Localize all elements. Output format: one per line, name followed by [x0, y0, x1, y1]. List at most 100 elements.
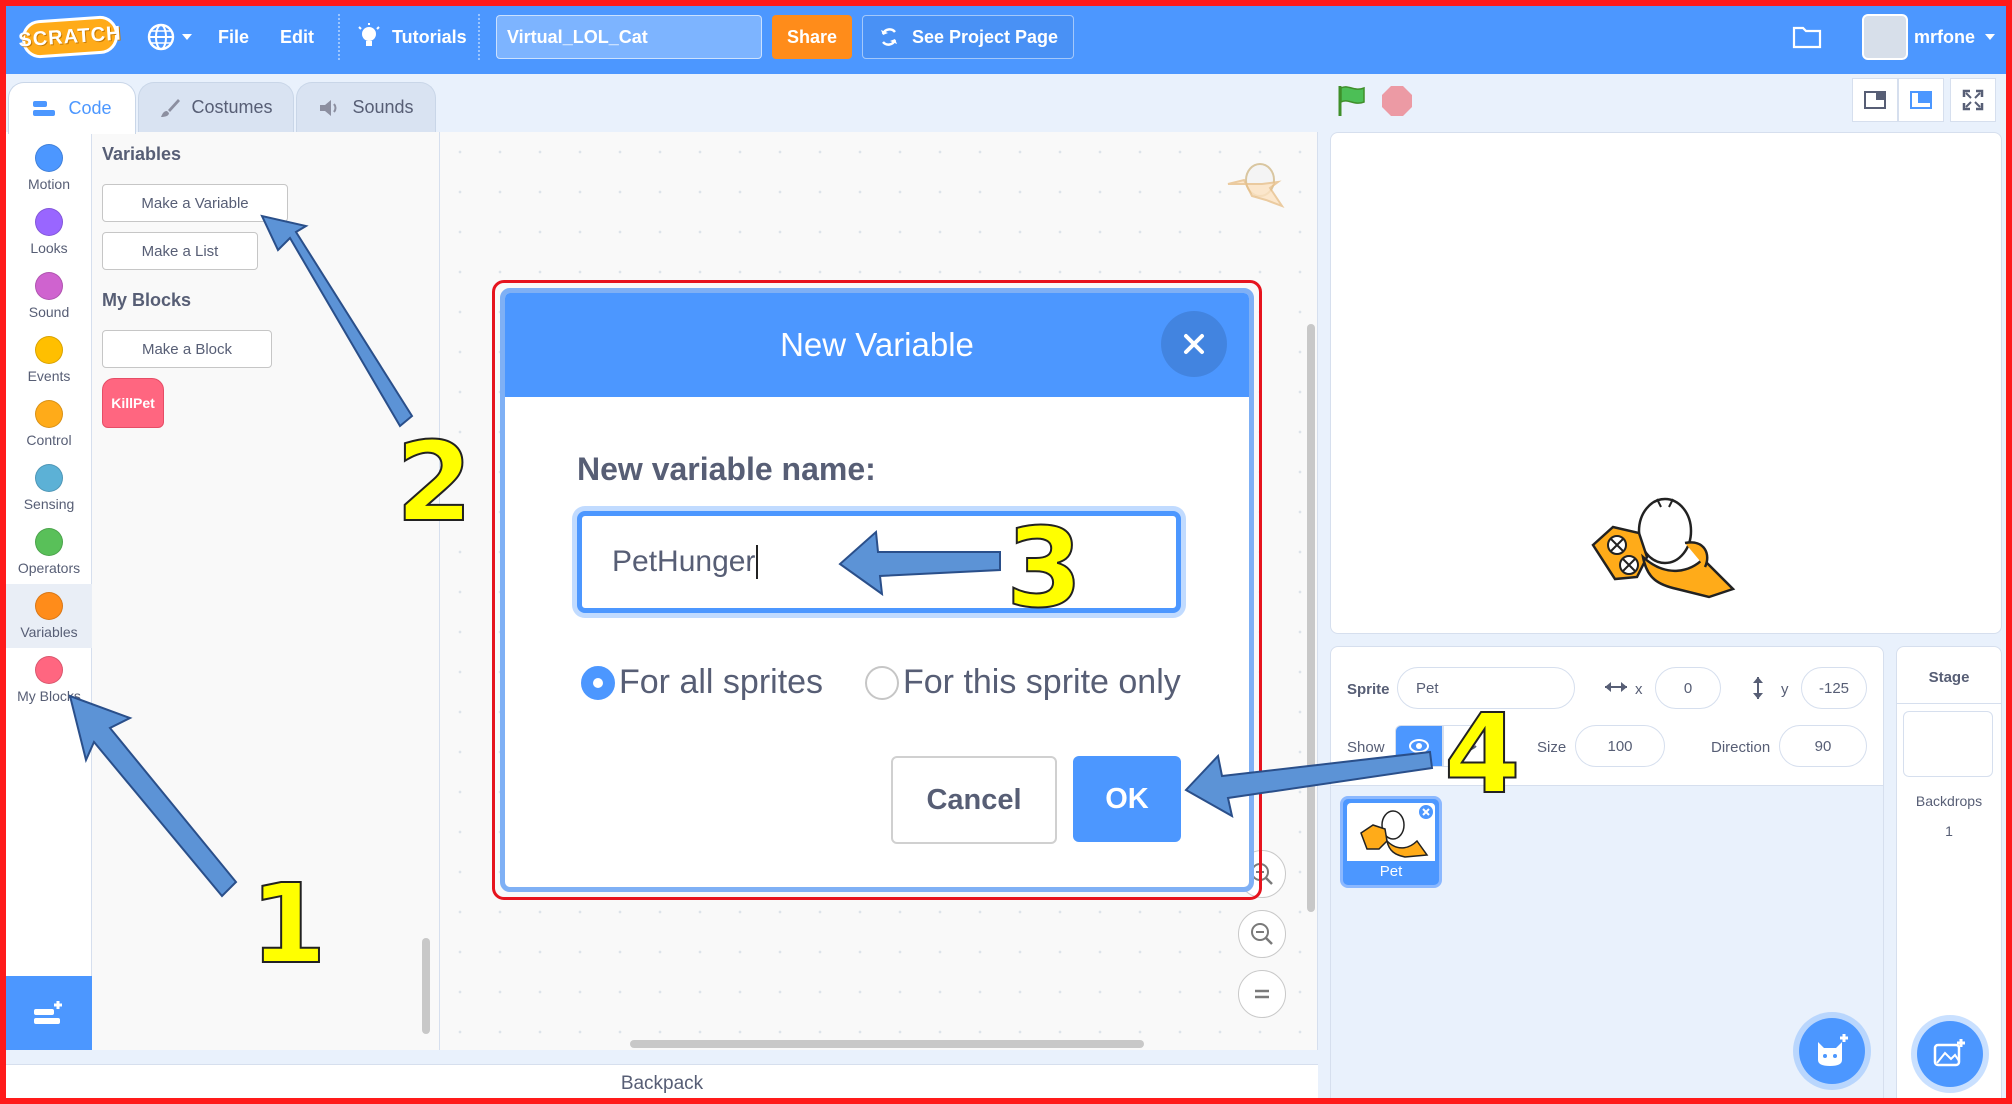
- dialog-close-button[interactable]: [1161, 311, 1227, 377]
- palette-scrollbar[interactable]: [422, 938, 430, 1034]
- category-sound[interactable]: Sound: [6, 264, 92, 328]
- scratch-logo[interactable]: SCRATCH: [18, 14, 122, 60]
- x-input[interactable]: 0: [1655, 667, 1721, 709]
- script-vertical-scrollbar[interactable]: [1307, 324, 1315, 912]
- delete-sprite-button[interactable]: [1417, 803, 1435, 821]
- add-extension-button[interactable]: [6, 976, 92, 1050]
- file-menu[interactable]: File: [218, 0, 249, 74]
- radio-for-this-label: For this sprite only: [903, 663, 1181, 701]
- make-block-button[interactable]: Make a Block: [102, 330, 272, 368]
- horizontal-arrows-icon: [1605, 682, 1627, 692]
- show-label: Show: [1347, 739, 1385, 756]
- category-dot: [35, 528, 63, 556]
- category-variables[interactable]: Variables: [6, 584, 92, 648]
- caret-down-icon: [182, 34, 192, 40]
- equals-icon: [1255, 989, 1269, 999]
- avatar[interactable]: [1862, 14, 1908, 60]
- category-label: Variables: [20, 624, 78, 640]
- add-sprite-cat-icon: [1818, 1034, 1848, 1066]
- direction-label: Direction: [1711, 739, 1771, 756]
- see-project-page-button[interactable]: See Project Page: [862, 15, 1074, 59]
- cancel-button[interactable]: Cancel: [891, 756, 1057, 844]
- category-dot: [35, 400, 63, 428]
- backdrops-count: 1: [1945, 823, 1953, 839]
- radio-for-all-sprites[interactable]: For all sprites: [581, 663, 823, 702]
- large-stage-icon: [1910, 91, 1932, 109]
- add-extension-icon: [34, 1001, 62, 1024]
- category-events[interactable]: Events: [6, 328, 92, 392]
- close-icon: [1184, 334, 1204, 354]
- direction-input[interactable]: 90: [1779, 725, 1867, 767]
- category-looks[interactable]: Looks: [6, 200, 92, 264]
- see-project-label: See Project Page: [911, 26, 1059, 47]
- sprite-name-input[interactable]: Pet: [1397, 667, 1575, 709]
- language-menu[interactable]: [146, 0, 194, 74]
- account-menu[interactable]: mrfone: [1914, 0, 1997, 74]
- tab-code[interactable]: Code: [8, 82, 136, 134]
- choose-sprite-button[interactable]: [1799, 1018, 1865, 1084]
- x-label: x: [1635, 681, 1643, 698]
- sprite-info-panel: Sprite Pet x 0 y -125 Show Size 100 Dire…: [1330, 646, 1884, 786]
- choose-backdrop-button[interactable]: [1917, 1021, 1983, 1087]
- cat-sprite-icon[interactable]: [1587, 493, 1747, 603]
- small-stage-icon: [1864, 91, 1886, 109]
- folder-icon[interactable]: [1792, 24, 1822, 50]
- variable-name-value: PetHunger: [612, 545, 756, 578]
- ok-button[interactable]: OK: [1073, 756, 1181, 842]
- category-control[interactable]: Control: [6, 392, 92, 456]
- category-sensing[interactable]: Sensing: [6, 456, 92, 520]
- green-flag-icon[interactable]: [1336, 84, 1368, 118]
- eye-closed-icon: [1457, 745, 1477, 751]
- tutorials-menu[interactable]: Tutorials: [356, 0, 467, 74]
- category-label: Sensing: [23, 496, 75, 512]
- category-dot: [35, 592, 63, 620]
- category-dot: [35, 272, 63, 300]
- my-blocks-heading: My Blocks: [102, 290, 192, 310]
- show-visible-toggle[interactable]: [1395, 725, 1443, 767]
- small-stage-button[interactable]: [1852, 78, 1898, 122]
- custom-block-killpet[interactable]: KillPet: [102, 378, 164, 428]
- show-hidden-toggle[interactable]: [1443, 725, 1491, 767]
- edit-menu[interactable]: Edit: [280, 0, 314, 74]
- stop-button[interactable]: [1382, 86, 1412, 116]
- category-label: Operators: [17, 560, 81, 576]
- remix-arrows-icon: [880, 28, 897, 46]
- radio-for-this-sprite[interactable]: For this sprite only: [865, 663, 1181, 702]
- caret-down-icon: [1985, 34, 1996, 40]
- category-motion[interactable]: Motion: [6, 136, 92, 200]
- backpack-bar[interactable]: Backpack: [6, 1064, 1318, 1102]
- category-dot: [35, 656, 63, 684]
- sprite-watermark-icon: [1227, 163, 1285, 209]
- backdrop-thumbnail[interactable]: [1903, 711, 1993, 777]
- large-stage-button[interactable]: [1898, 78, 1944, 122]
- make-list-button[interactable]: Make a List: [102, 232, 258, 270]
- stage-selector-panel[interactable]: Stage Backdrops 1: [1896, 646, 2002, 1100]
- tab-sounds[interactable]: Sounds: [296, 82, 436, 132]
- tab-costumes[interactable]: Costumes: [138, 82, 294, 132]
- script-horizontal-scrollbar[interactable]: [630, 1040, 1144, 1048]
- project-title-input[interactable]: Virtual_LOL_Cat: [496, 15, 762, 59]
- zoom-out-button[interactable]: [1238, 910, 1286, 958]
- vertical-arrows-icon: [1753, 677, 1763, 699]
- new-variable-dialog: New Variable New variable name: PetHunge…: [500, 288, 1254, 892]
- stage-canvas[interactable]: [1330, 132, 2002, 634]
- make-variable-button[interactable]: Make a Variable: [102, 184, 288, 222]
- fullscreen-button[interactable]: [1950, 78, 1996, 122]
- zoom-reset-button[interactable]: [1238, 970, 1286, 1018]
- category-dot: [35, 208, 63, 236]
- lightbulb-icon: [358, 23, 380, 46]
- block-palette: Variables Make a Variable Make a List My…: [92, 132, 440, 1050]
- category-my-blocks[interactable]: My Blocks: [6, 648, 92, 712]
- tab-sounds-label: Sounds: [352, 97, 414, 117]
- y-input[interactable]: -125: [1801, 667, 1867, 709]
- close-icon: [1422, 808, 1430, 816]
- sprite-thumbnail-name: Pet: [1379, 863, 1403, 880]
- size-input[interactable]: 100: [1575, 725, 1665, 767]
- stage-divider: [1897, 703, 2001, 704]
- variable-name-input[interactable]: PetHunger: [577, 511, 1181, 613]
- radio-for-all-label: For all sprites: [619, 663, 824, 701]
- sprite-thumbnail-pet[interactable]: Pet: [1340, 796, 1442, 888]
- share-button[interactable]: Share: [772, 15, 852, 59]
- category-operators[interactable]: Operators: [6, 520, 92, 584]
- text-cursor: [756, 545, 759, 579]
